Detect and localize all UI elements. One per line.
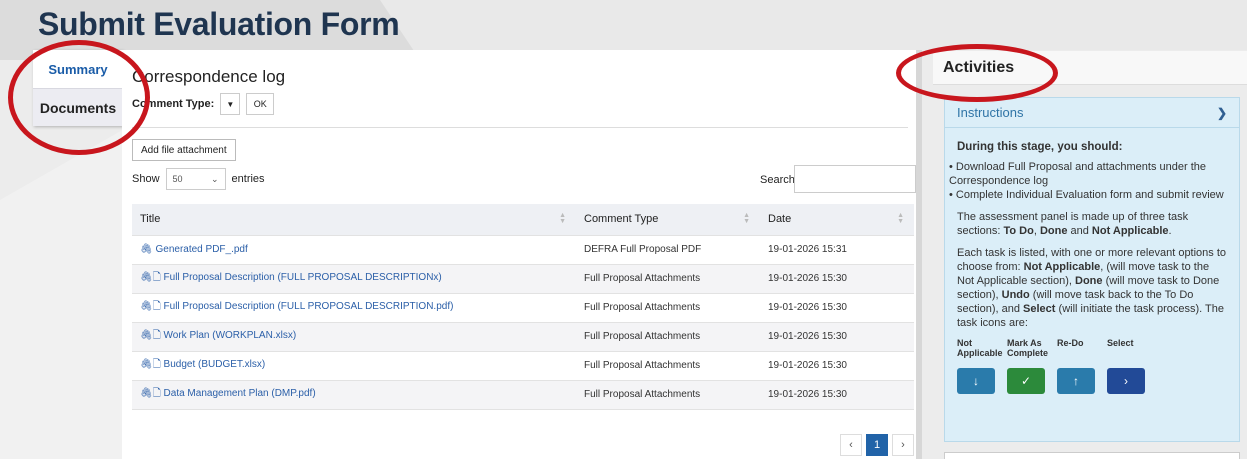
table-row: 🖇🗋 Data Management Plan (DMP.pdf) Full Pr… [132,379,914,410]
correspondence-panel: Correspondence log Comment Type: ▼ OK Ad… [122,50,922,459]
icon-label-not-applicable: Not Applicable [957,338,1003,358]
search-label: Search [760,174,795,186]
search-input[interactable] [794,165,916,193]
next-panel-edge [944,452,1240,459]
annotation-circle-activities [896,44,1058,102]
date-cell: 19-01-2026 15:30 [760,350,914,380]
comment-type-cell: Full Proposal Attachments [576,321,760,351]
background-diagonal [0,120,140,459]
file-link[interactable]: 🖇🗋 Full Proposal Description (FULL PROPO… [140,272,442,283]
list-item: Complete Individual Evaluation form and … [949,188,1227,202]
date-cell: 19-01-2026 15:30 [760,292,914,322]
file-cell[interactable]: 🖇🗋 Work Plan (WORKPLAN.xlsx) [132,321,576,351]
file-cell[interactable]: 🖇🗋 Data Management Plan (DMP.pdf) [132,379,576,410]
document-icon: 🗋 [152,330,161,341]
file-cell[interactable]: 🖇 Generated PDF_.pdf [132,234,576,264]
table-row: 🖇 Generated PDF_.pdf DEFRA Full Proposal … [132,234,914,264]
page-1-button[interactable]: 1 [866,434,888,456]
chevron-down-icon: ❯ [1216,105,1227,120]
table-row: 🖇🗋 Full Proposal Description (FULL PROPO… [132,292,914,322]
paperclip-icon: 🖇 [140,330,153,341]
date-cell: 19-01-2026 15:30 [760,263,914,293]
table-header-row: Title ▲ ▼ Comment Type ▲ ▼ Date ▲ ▼ [132,204,914,235]
add-file-attachment-button[interactable]: Add file attachment [132,139,236,161]
instructions-body: During this stage, you should: Download … [945,128,1239,394]
prev-page-button[interactable]: ‹ [840,434,862,456]
instructions-heading: During this stage, you should: [957,141,1123,153]
task-icon-buttons: ↓ ✓ ↑ › [957,368,1227,394]
file-link[interactable]: 🖇🗋 Data Management Plan (DMP.pdf) [140,388,316,399]
pagination: ‹ 1 › [840,434,914,456]
file-link[interactable]: 🖇🗋 Full Proposal Description (FULL PROPO… [140,301,453,312]
file-cell[interactable]: 🖇🗋 Budget (BUDGET.xlsx) [132,350,576,380]
task-icon-labels: Not Applicable Mark As Complete Re-Do Se… [957,338,1227,358]
paperclip-icon: 🖇 [140,301,153,312]
instructions-toggle[interactable]: Instructions ❯ [945,98,1239,128]
entries-label: entries [231,173,265,185]
icon-label-redo: Re-Do [1057,338,1084,348]
entries-select[interactable]: 50 ⌄ [165,168,226,190]
column-header-title[interactable]: Title ▲ ▼ [132,204,576,235]
instructions-panel: Instructions ❯ During this stage, you sh… [944,97,1240,442]
entries-length-control: Show 50 ⌄ entries [132,168,265,190]
table-row: 🖇🗋 Work Plan (WORKPLAN.xlsx) Full Proposa… [132,321,914,351]
comment-type-row: Comment Type: ▼ OK [132,93,275,115]
correspondence-table: Title ▲ ▼ Comment Type ▲ ▼ Date ▲ ▼ 🖇 Generate… [132,204,914,410]
sort-icon: ▲ ▼ [897,212,904,225]
document-icon: 🗋 [152,359,161,370]
ok-button[interactable]: OK [246,93,275,115]
page-title: Submit Evaluation Form [38,6,400,42]
date-cell: 19-01-2026 15:30 [760,321,914,351]
file-link[interactable]: 🖇🗋 Budget (BUDGET.xlsx) [140,359,265,370]
sort-icon: ▲ ▼ [743,212,750,225]
comment-type-cell: Full Proposal Attachments [576,292,760,322]
document-icon: 🗋 [152,301,161,312]
document-icon: 🗋 [152,272,161,283]
instructions-list: Download Full Proposal and attachments u… [949,160,1227,202]
comment-type-cell: Full Proposal Attachments [576,263,760,293]
next-page-button[interactable]: › [892,434,914,456]
column-header-date[interactable]: Date ▲ ▼ [760,204,914,235]
file-link[interactable]: 🖇 Generated PDF_.pdf [140,244,248,255]
divider [132,127,908,128]
table-row: 🖇🗋 Budget (BUDGET.xlsx) Full Proposal Att… [132,350,914,380]
section-title: Correspondence log [132,67,286,86]
arrow-up-icon[interactable]: ↑ [1057,368,1095,394]
date-cell: 19-01-2026 15:31 [760,234,914,264]
icon-label-mark-complete: Mark As Complete [1007,338,1049,358]
comment-type-cell: Full Proposal Attachments [576,350,760,380]
check-icon[interactable]: ✓ [1007,368,1045,394]
paperclip-icon: 🖇 [140,388,153,399]
sections-paragraph: The assessment panel is made up of three… [957,211,1189,237]
annotation-circle-tabs [8,40,150,155]
list-item: Download Full Proposal and attachments u… [949,160,1227,188]
file-link[interactable]: 🖇🗋 Work Plan (WORKPLAN.xlsx) [140,330,296,341]
comment-type-select[interactable]: ▼ [220,93,241,115]
file-cell[interactable]: 🖇🗋 Full Proposal Description (FULL PROPO… [132,263,576,293]
arrow-down-icon[interactable]: ↓ [957,368,995,394]
chevron-right-icon[interactable]: › [1107,368,1145,394]
caret-down-icon: ▼ [226,99,235,109]
paperclip-icon: 🖇 [140,244,153,255]
paperclip-icon: 🖇 [140,359,153,370]
options-paragraph: Each task is listed, with one or more re… [957,247,1227,329]
date-cell: 19-01-2026 15:30 [760,379,914,410]
table-row: 🖇🗋 Full Proposal Description (FULL PROPO… [132,263,914,293]
sort-icon: ▲ ▼ [559,212,566,225]
instructions-title: Instructions [957,105,1024,120]
file-cell[interactable]: 🖇🗋 Full Proposal Description (FULL PROPO… [132,292,576,322]
column-header-comment-type[interactable]: Comment Type ▲ ▼ [576,204,760,235]
show-label: Show [132,173,160,185]
comment-type-cell: Full Proposal Attachments [576,379,760,410]
entries-value: 50 [172,174,183,184]
chevron-down-icon: ⌄ [210,173,219,184]
document-icon: 🗋 [152,388,161,399]
comment-type-cell: DEFRA Full Proposal PDF [576,234,760,264]
icon-label-select: Select [1107,338,1134,348]
paperclip-icon: 🖇 [140,272,153,283]
